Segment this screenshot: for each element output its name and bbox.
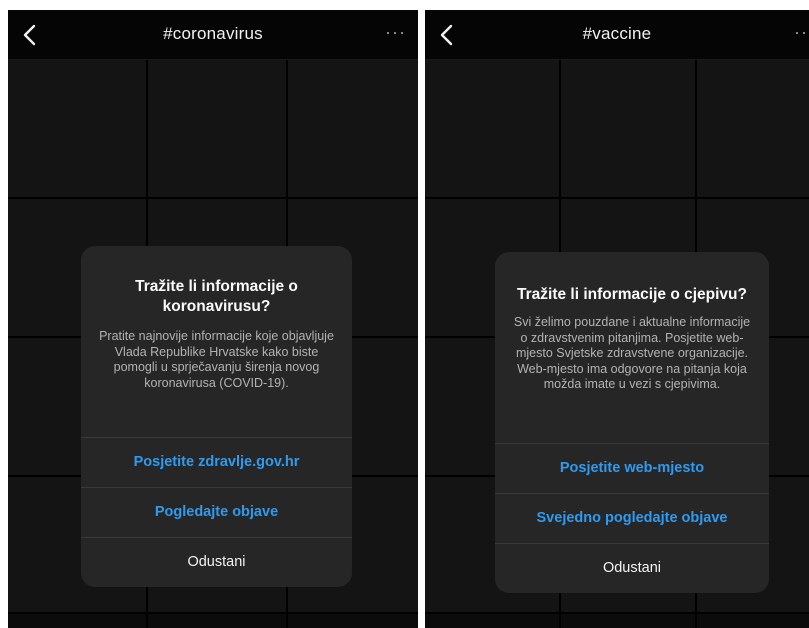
grid-cell[interactable] [288, 60, 418, 197]
grid-cell[interactable] [148, 60, 286, 197]
cancel-button[interactable]: Odustani [81, 537, 352, 587]
cancel-button[interactable]: Odustani [495, 543, 769, 593]
grid-divider [425, 612, 809, 614]
screen-coronavirus: #coronavirus ··· Tražite li informacije … [8, 10, 418, 628]
view-posts-button[interactable]: Pogledajte objave [81, 487, 352, 537]
grid-cell[interactable] [697, 60, 809, 197]
visit-site-button[interactable]: Posjetite web-mjesto [495, 443, 769, 493]
dialog-message: Svi želimo pouzdane i aktualne informaci… [513, 315, 751, 391]
top-bar: #coronavirus ··· [8, 10, 418, 60]
more-horizontal-icon[interactable]: ··· [794, 22, 809, 43]
grid-cell[interactable] [561, 60, 695, 197]
view-posts-anyway-button[interactable]: Svejedno pogledajte objave [495, 493, 769, 543]
dialog-actions: Posjetite zdravlje.gov.hr Pogledajte obj… [81, 437, 352, 587]
dialog-actions: Posjetite web-mjesto Svejedno pogledajte… [495, 443, 769, 593]
screen-vaccine: #vaccine ··· Tražite li informacije o cj… [425, 10, 809, 628]
dialog-message: Pratite najnovije informacije koje objav… [99, 329, 334, 390]
more-horizontal-icon[interactable]: ··· [385, 22, 406, 43]
grid-divider [425, 197, 809, 199]
top-bar: #vaccine ··· [425, 10, 809, 60]
grid-cell[interactable] [425, 60, 559, 197]
dialog-title: Tražite li informacije o cjepivu? [517, 286, 747, 303]
grid-divider [8, 197, 418, 199]
info-dialog: Tražite li informacije o koronavirusu? P… [81, 246, 352, 587]
grid-divider [8, 612, 418, 614]
info-dialog: Tražite li informacije o cjepivu? Svi že… [495, 252, 769, 593]
hashtag-title: #coronavirus [163, 24, 263, 43]
dialog-title: Tražite li informacije o koronavirusu? [135, 278, 298, 315]
grid-cell[interactable] [8, 60, 146, 197]
hashtag-title: #vaccine [582, 24, 652, 43]
visit-site-button[interactable]: Posjetite zdravlje.gov.hr [81, 437, 352, 487]
